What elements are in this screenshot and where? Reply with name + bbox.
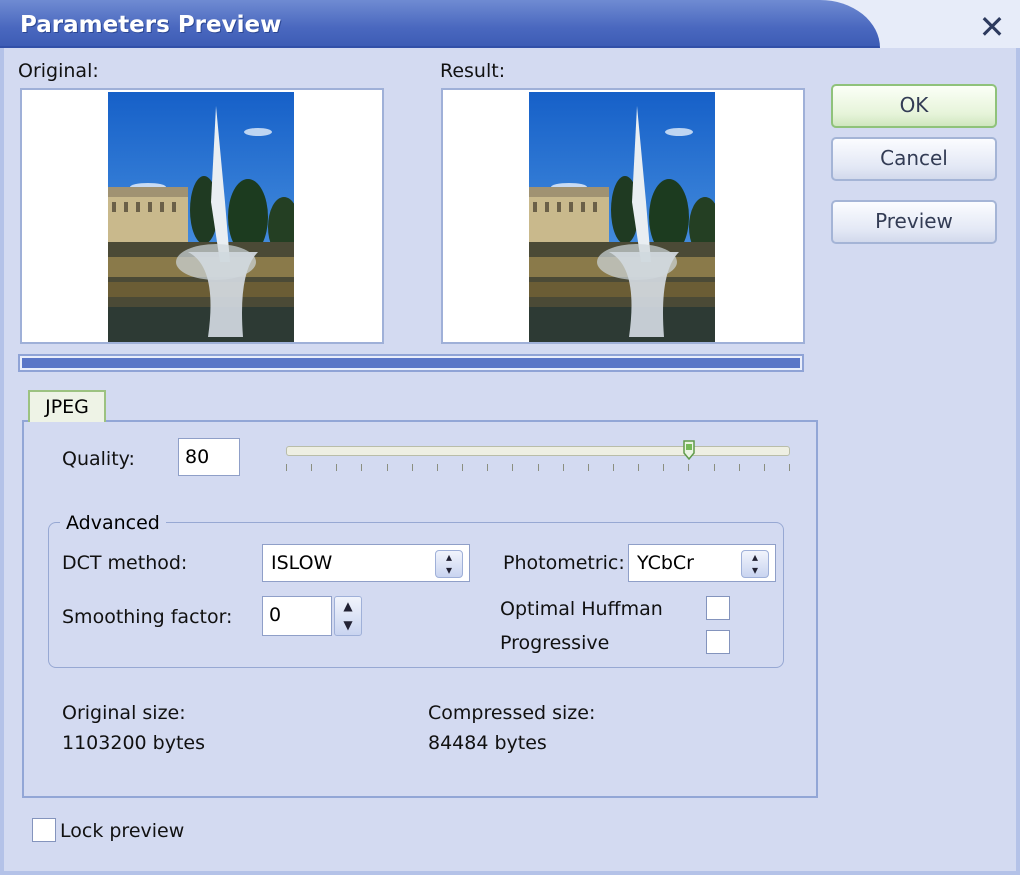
photometric-value: YCbCr — [637, 552, 694, 574]
result-label: Result: — [440, 60, 506, 82]
optimal-huffman-checkbox[interactable] — [706, 596, 730, 620]
compressed-size-label: Compressed size: — [428, 702, 596, 724]
result-preview-pane — [441, 88, 805, 344]
slider-tick — [763, 464, 765, 471]
spinner-arrows-icon[interactable]: ▲ ▼ — [334, 596, 362, 636]
window-title: Parameters Preview — [20, 12, 282, 38]
original-preview-pane — [20, 88, 384, 344]
optimal-huffman-label: Optimal Huffman — [500, 598, 663, 620]
slider-tick — [487, 464, 489, 471]
slider-tick — [713, 464, 715, 471]
smoothing-factor-label: Smoothing factor: — [62, 606, 233, 628]
tab-jpeg[interactable]: JPEG — [28, 390, 106, 422]
ok-button[interactable]: OK — [831, 84, 997, 128]
slider-tick — [663, 464, 665, 471]
advanced-group-title: Advanced — [60, 512, 166, 534]
result-fountain-photo — [529, 92, 715, 342]
slider-tick — [286, 464, 287, 471]
quality-slider-track[interactable] — [286, 446, 790, 456]
photometric-label: Photometric: — [503, 552, 625, 574]
lock-preview-label[interactable]: Lock preview — [60, 820, 184, 842]
close-icon[interactable]: ✕ — [972, 10, 1012, 46]
slider-tick — [612, 464, 614, 471]
photometric-select[interactable]: YCbCr ▴ ▾ — [628, 544, 776, 582]
quality-slider-thumb[interactable] — [683, 440, 695, 461]
slider-tick — [638, 464, 640, 471]
cancel-button[interactable]: Cancel — [831, 137, 997, 181]
slider-tick — [562, 464, 564, 471]
progressive-label: Progressive — [500, 632, 610, 654]
slider-tick — [587, 464, 589, 471]
up-down-arrows-icon[interactable]: ▴ ▾ — [741, 550, 769, 578]
progressive-checkbox[interactable] — [706, 630, 730, 654]
original-size-label: Original size: — [62, 702, 186, 724]
preview-button[interactable]: Preview — [831, 200, 997, 244]
slider-tick — [386, 464, 388, 471]
original-size-value: 1103200 bytes — [62, 732, 206, 754]
original-fountain-photo — [108, 92, 294, 342]
dct-method-label: DCT method: — [62, 552, 188, 574]
dct-method-value: ISLOW — [271, 552, 333, 574]
slider-tick — [688, 464, 690, 471]
quality-input[interactable]: 80 — [178, 438, 240, 476]
lock-preview-checkbox[interactable] — [32, 818, 56, 842]
quality-slider-ticks — [286, 464, 790, 472]
smoothing-factor-input[interactable]: 0 — [262, 596, 332, 636]
title-bar: Parameters Preview ✕ — [0, 0, 1020, 48]
slider-tick — [462, 464, 464, 471]
slider-tick — [336, 464, 338, 471]
progress-fill — [22, 358, 800, 368]
slider-tick — [512, 464, 514, 471]
preview-progress-bar — [18, 354, 804, 372]
slider-tick — [311, 464, 313, 471]
slider-tick — [436, 464, 438, 471]
up-down-arrows-icon[interactable]: ▴ ▾ — [435, 550, 463, 578]
slider-tick — [537, 464, 539, 471]
compressed-size-value: 84484 bytes — [428, 732, 547, 754]
dct-method-select[interactable]: ISLOW ▴ ▾ — [262, 544, 470, 582]
title-bar-caption[interactable]: Parameters Preview — [0, 0, 880, 48]
slider-tick — [738, 464, 740, 471]
original-label: Original: — [18, 60, 99, 82]
slider-tick — [411, 464, 413, 471]
slider-tick — [361, 464, 363, 471]
slider-tick — [789, 464, 790, 471]
quality-label: Quality: — [62, 448, 135, 470]
